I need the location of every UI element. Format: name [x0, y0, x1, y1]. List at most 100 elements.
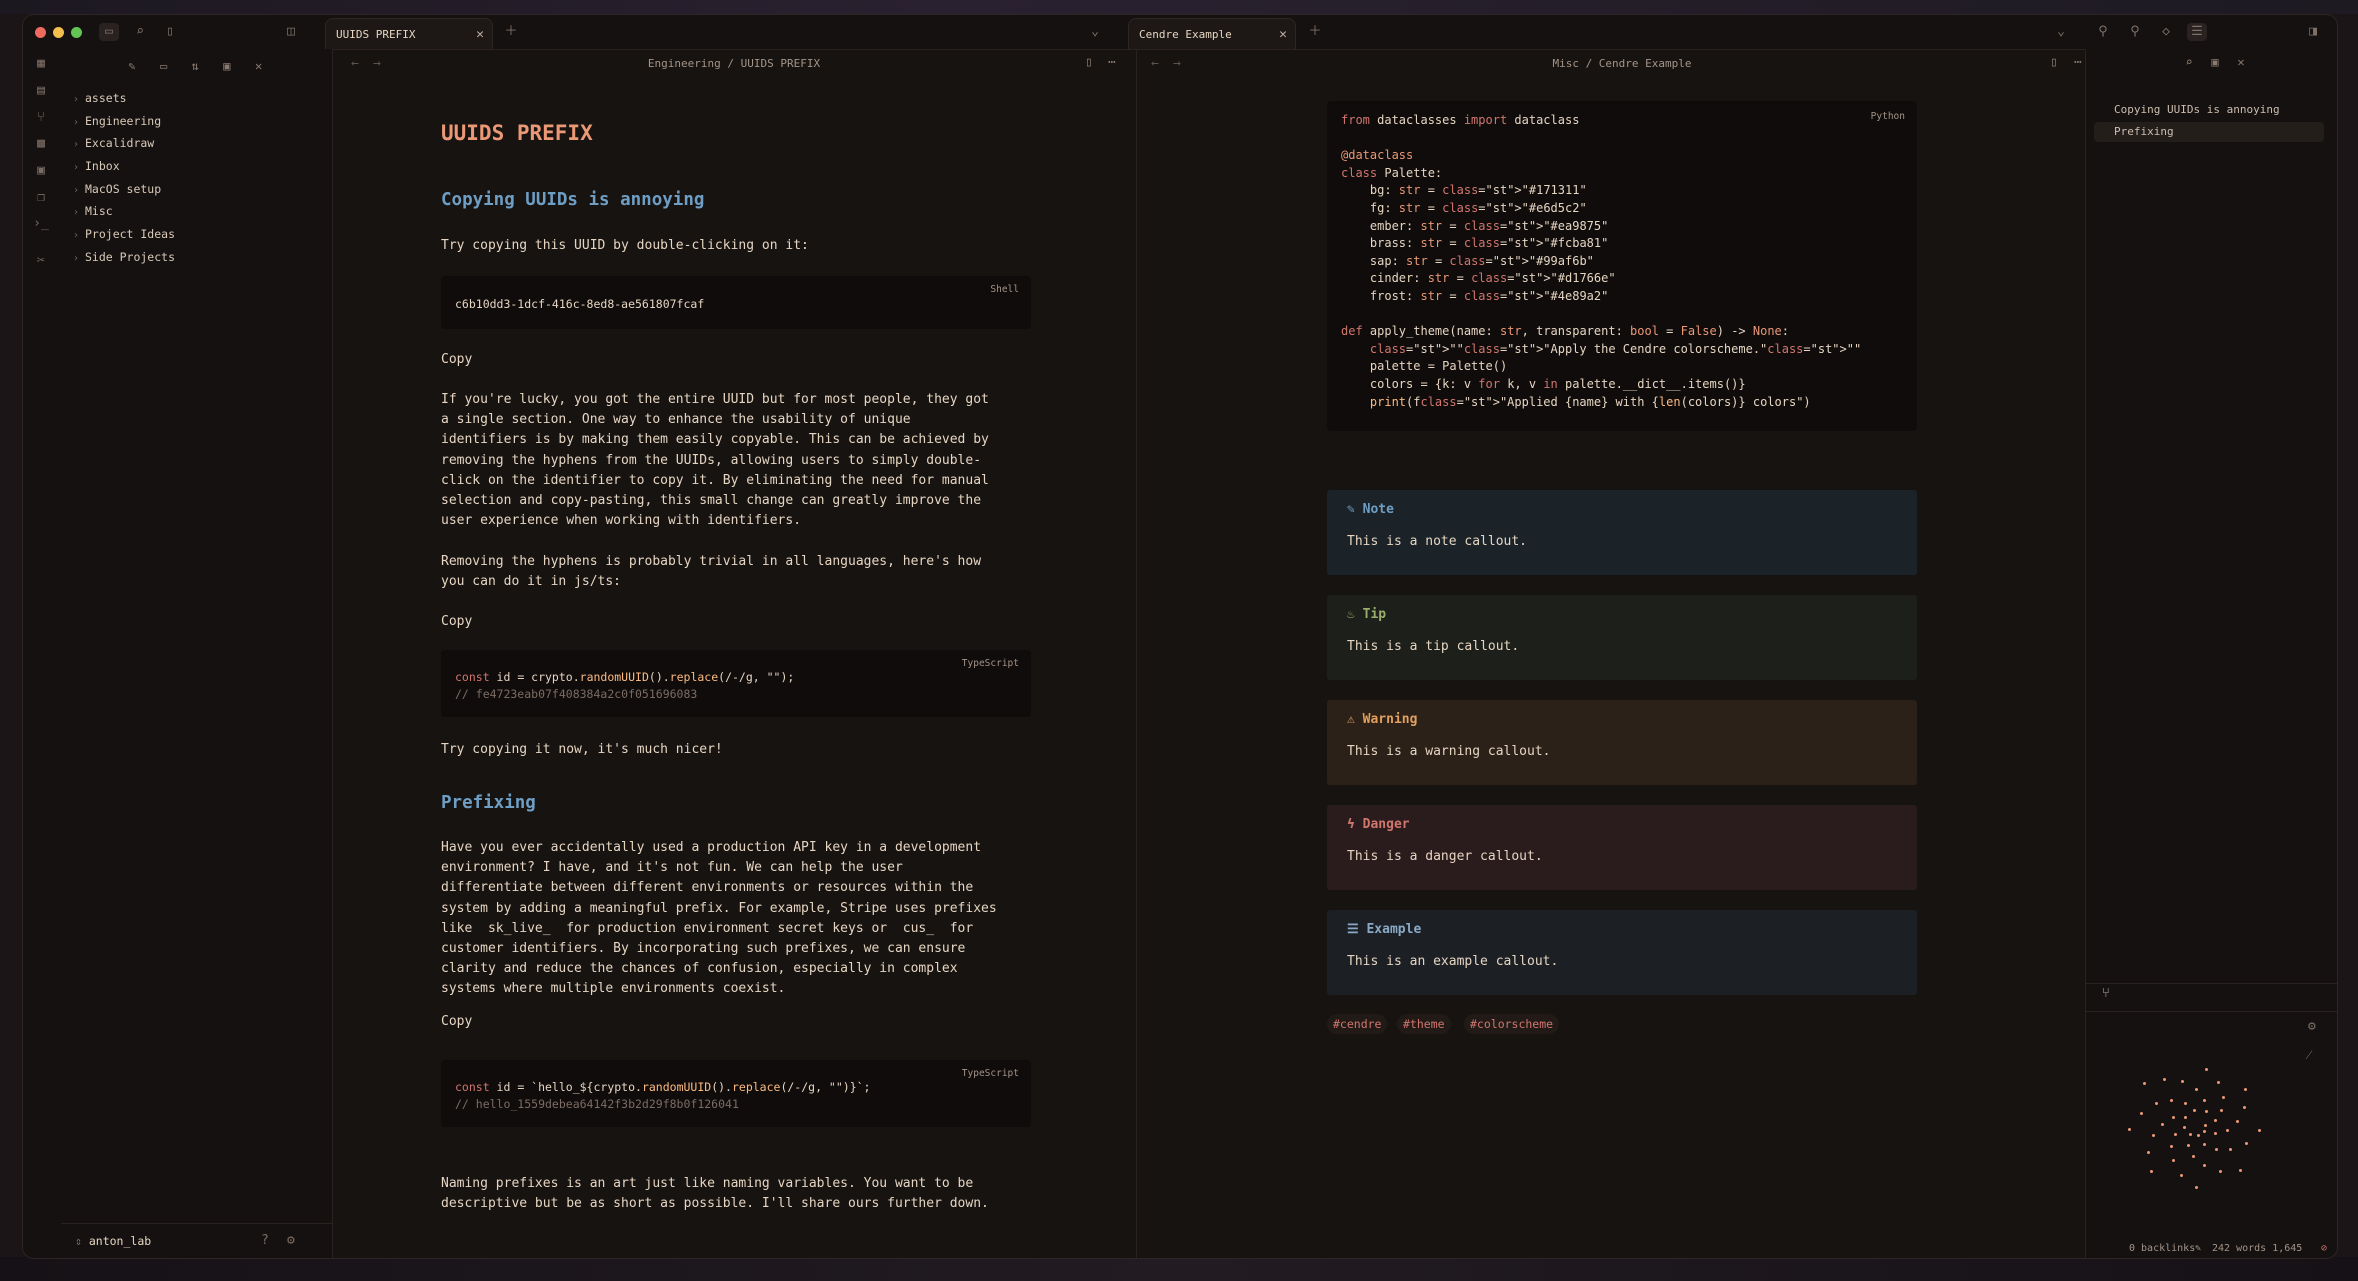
magic-wand-icon[interactable]: ⁄: [2308, 1047, 2310, 1063]
graph-node[interactable]: [2203, 1142, 2207, 1146]
graph-node[interactable]: [2128, 1127, 2132, 1131]
graph-node[interactable]: [2179, 1173, 2183, 1177]
new-tab-icon[interactable]: ＋: [501, 23, 521, 41]
folder-excalidraw[interactable]: › Excalidraw: [73, 132, 175, 155]
folder-icon[interactable]: ▭: [99, 23, 119, 41]
graph-view-icon[interactable]: ⑂: [2102, 986, 2110, 1001]
graph-node[interactable]: [2187, 1143, 2191, 1147]
file-icon[interactable]: ▤: [32, 82, 50, 100]
breadcrumb[interactable]: Misc / Cendre Example: [1137, 57, 2107, 70]
copy-button[interactable]: Copy: [441, 1012, 481, 1032]
tags-icon[interactable]: ◇: [2156, 23, 2176, 41]
outline-icon[interactable]: ☰: [2187, 23, 2207, 41]
graph-node[interactable]: [2171, 1159, 2175, 1163]
search-icon[interactable]: ⌕: [2176, 55, 2202, 69]
graph-node[interactable]: [2243, 1105, 2247, 1109]
graph-icon[interactable]: ⑂: [32, 109, 50, 127]
edit-icon[interactable]: ✎: [2195, 1240, 2201, 1258]
graph-node[interactable]: [2163, 1077, 2167, 1081]
outgoing-links-icon[interactable]: ⚲: [2125, 23, 2145, 41]
close-tab-icon[interactable]: ✕: [1279, 19, 1287, 50]
graph-node[interactable]: [2194, 1088, 2198, 1091]
calendar-icon[interactable]: ▣: [32, 162, 50, 180]
reading-view-icon[interactable]: ▯: [1085, 55, 1093, 70]
toggle-sidebar-icon[interactable]: ◫: [281, 23, 301, 41]
graph-node[interactable]: [2221, 1096, 2225, 1100]
graph-node[interactable]: [2213, 1132, 2217, 1136]
local-graph[interactable]: [2126, 1054, 2276, 1194]
collapse-icon[interactable]: ▣: [216, 59, 238, 73]
tools-icon[interactable]: ✂: [32, 252, 50, 270]
graph-node[interactable]: [2192, 1109, 2196, 1113]
tab-cendre-example[interactable]: Cendre Example ✕: [1128, 18, 1296, 49]
copy-button[interactable]: Copy: [441, 350, 481, 370]
folder-macos-setup[interactable]: › MacOS setup: [73, 178, 175, 201]
outline-item[interactable]: Copying UUIDs is annoying: [2094, 100, 2324, 120]
graph-node[interactable]: [2192, 1154, 2196, 1158]
graph-node[interactable]: [2236, 1120, 2240, 1124]
breadcrumb[interactable]: Engineering / UUIDS PREFIX: [333, 57, 1135, 70]
new-tab-icon[interactable]: ＋: [1305, 23, 1325, 41]
folder-engineering[interactable]: › Engineering: [73, 110, 175, 133]
graph-node[interactable]: [2183, 1102, 2187, 1106]
graph-node[interactable]: [2181, 1080, 2185, 1084]
graph-node[interactable]: [2160, 1122, 2164, 1126]
new-note-icon[interactable]: ✎: [121, 59, 143, 73]
graph-node[interactable]: [2170, 1145, 2174, 1148]
collapse-icon[interactable]: ▣: [2202, 55, 2228, 69]
graph-node[interactable]: [2217, 1081, 2221, 1085]
graph-node[interactable]: [2184, 1116, 2188, 1120]
more-options-icon[interactable]: ⋯: [2074, 55, 2082, 70]
bookmark-icon[interactable]: ▯: [160, 23, 180, 41]
graph-node[interactable]: [2213, 1119, 2217, 1123]
graph-node[interactable]: [2258, 1128, 2262, 1132]
graph-node[interactable]: [2188, 1132, 2192, 1136]
graph-node[interactable]: [2203, 1164, 2207, 1168]
graph-node[interactable]: [2170, 1099, 2174, 1103]
graph-node[interactable]: [2204, 1110, 2208, 1114]
close-icon[interactable]: ✕: [2228, 55, 2254, 69]
graph-node[interactable]: [2150, 1169, 2154, 1173]
folder-project-ideas[interactable]: › Project Ideas: [73, 223, 175, 246]
graph-node[interactable]: [2219, 1169, 2223, 1173]
sort-icon[interactable]: ⇅: [184, 59, 206, 73]
graph-node[interactable]: [2172, 1116, 2176, 1120]
more-options-icon[interactable]: ⋯: [1108, 55, 1116, 70]
graph-node[interactable]: [2220, 1109, 2224, 1113]
graph-node[interactable]: [2196, 1134, 2200, 1138]
graph-node[interactable]: [2214, 1147, 2218, 1151]
graph-node[interactable]: [2147, 1150, 2151, 1154]
search-icon[interactable]: ⌕: [130, 23, 150, 41]
reading-view-icon[interactable]: ▯: [2050, 55, 2058, 70]
graph-node[interactable]: [2140, 1111, 2144, 1115]
folder-assets[interactable]: › assets: [73, 87, 175, 110]
folder-inbox[interactable]: › Inbox: [73, 155, 175, 178]
graph-node[interactable]: [2225, 1129, 2229, 1133]
copy-button[interactable]: Copy: [441, 612, 481, 632]
tag-theme[interactable]: #theme: [1397, 1014, 1451, 1034]
vault-name[interactable]: ⇕ anton_lab: [75, 1234, 151, 1248]
close-tab-icon[interactable]: ✕: [476, 19, 484, 50]
graph-node[interactable]: [2202, 1098, 2206, 1102]
folder-misc[interactable]: › Misc: [73, 200, 175, 223]
graph-node[interactable]: [2151, 1134, 2155, 1138]
tab-list-chevron-icon[interactable]: ⌄: [1085, 23, 1105, 41]
graph-node[interactable]: [2244, 1141, 2248, 1145]
tab-list-chevron-icon[interactable]: ⌄: [2051, 23, 2071, 41]
new-folder-icon[interactable]: ▭: [153, 59, 175, 73]
folder-side-projects[interactable]: › Side Projects: [73, 246, 175, 269]
minimize-window-button[interactable]: [53, 27, 64, 38]
tag-colorscheme[interactable]: #colorscheme: [1464, 1014, 1560, 1034]
tab-uuids-prefix[interactable]: UUIDS PREFIX ✕: [325, 18, 493, 49]
graph-node[interactable]: [2202, 1130, 2206, 1134]
graph-node[interactable]: [2238, 1168, 2242, 1172]
backlinks-icon[interactable]: ⚲: [2093, 23, 2113, 41]
graph-node[interactable]: [2229, 1148, 2233, 1152]
graph-node[interactable]: [2182, 1125, 2186, 1129]
graph-node[interactable]: [2142, 1082, 2146, 1086]
tag-cendre[interactable]: #cendre: [1327, 1014, 1388, 1034]
graph-node[interactable]: [2174, 1133, 2178, 1137]
graph-node[interactable]: [2154, 1102, 2158, 1106]
close-icon[interactable]: ✕: [248, 59, 270, 73]
maximize-window-button[interactable]: [71, 27, 82, 38]
